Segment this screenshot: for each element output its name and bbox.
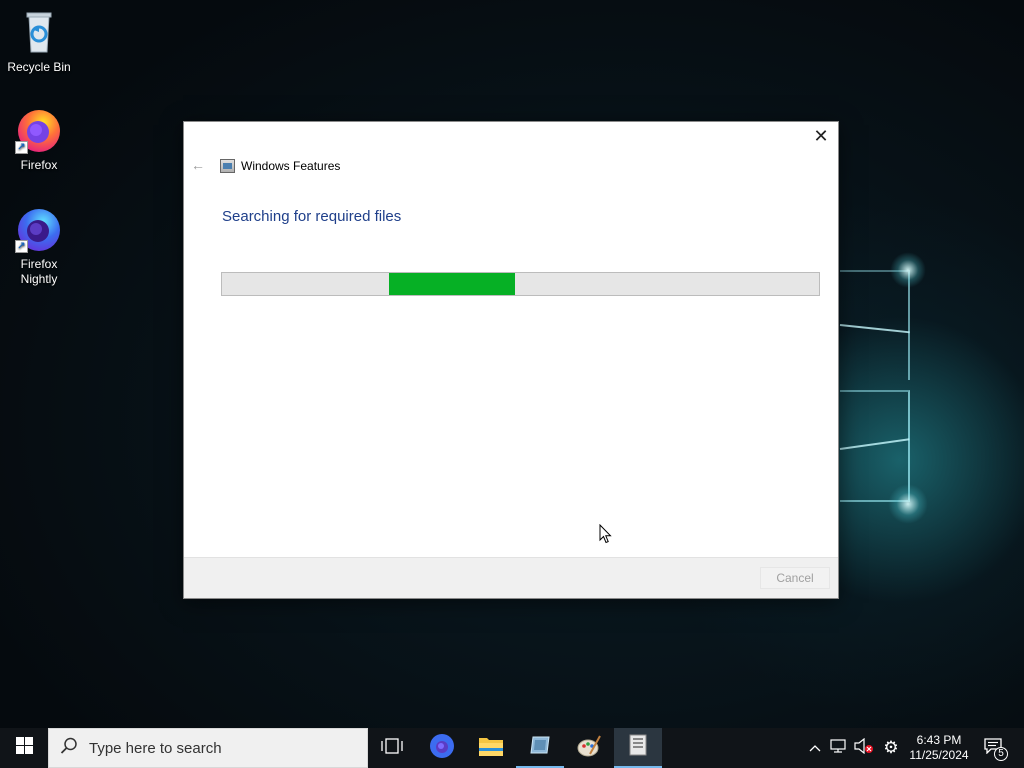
windows-features-icon — [220, 159, 235, 173]
windows-features-dialog: ✕ ← Windows Features Searching for requi… — [183, 121, 839, 599]
network-icon — [830, 738, 848, 759]
search-placeholder: Type here to search — [89, 739, 222, 757]
cancel-button[interactable]: Cancel — [760, 567, 830, 589]
dialog-footer: Cancel — [184, 557, 838, 598]
search-icon — [49, 737, 89, 760]
recycle-bin-icon — [15, 8, 63, 56]
desktop-icon-label: Firefox — [20, 158, 58, 172]
progress-bar — [221, 272, 820, 296]
notification-center-button[interactable]: 5 — [978, 728, 1012, 768]
desktop-icon-label: Firefox Nightly — [20, 257, 58, 286]
back-arrow-icon: ← — [191, 157, 205, 173]
close-button[interactable]: ✕ — [810, 126, 832, 148]
notification-count-badge: 5 — [994, 747, 1008, 761]
taskbar-file-explorer[interactable] — [467, 728, 515, 768]
taskbar: Type here to search ⚙ 6:43 PM 11/25/2024… — [0, 728, 1024, 768]
notification-icon: 5 — [984, 738, 1008, 761]
shortcut-arrow-icon: ↗ — [15, 141, 28, 154]
volume-muted-icon — [854, 737, 874, 759]
firefox-icon — [429, 733, 455, 764]
task-view-icon — [381, 737, 403, 759]
windows-features-icon — [628, 733, 648, 762]
task-view-button[interactable] — [368, 728, 416, 768]
shortcut-arrow-icon: ↗ — [15, 240, 28, 253]
desktop-icon-label: Recycle Bin — [7, 60, 71, 74]
back-button[interactable]: ← — [190, 157, 206, 173]
gear-icon: ⚙ — [883, 738, 899, 757]
clock-date: 11/25/2024 — [909, 748, 969, 762]
desktop-icon-firefox-nightly[interactable]: ↗ Firefox Nightly — [3, 205, 75, 287]
firefox-nightly-icon: ↗ — [15, 205, 63, 253]
chevron-up-icon — [809, 739, 821, 757]
tray-settings[interactable]: ⚙ — [879, 728, 903, 768]
firefox-icon: ↗ — [15, 106, 63, 154]
desktop-icon-recycle-bin[interactable]: Recycle Bin — [3, 8, 75, 75]
file-explorer-icon — [478, 735, 504, 762]
taskbar-search[interactable]: Type here to search — [48, 728, 368, 768]
tray-network[interactable] — [828, 728, 850, 768]
paint-icon — [576, 734, 602, 763]
taskbar-app[interactable] — [516, 728, 564, 768]
windows-logo-icon — [15, 737, 33, 759]
taskbar-paint[interactable] — [565, 728, 613, 768]
status-heading: Searching for required files — [222, 208, 402, 225]
tray-overflow-button[interactable] — [804, 728, 826, 768]
tray-clock[interactable]: 6:43 PM 11/25/2024 — [905, 728, 973, 768]
app-icon — [528, 733, 552, 762]
close-icon: ✕ — [813, 126, 829, 146]
progress-fill — [389, 273, 515, 295]
desktop-icon-firefox[interactable]: ↗ Firefox — [3, 106, 75, 173]
start-button[interactable] — [0, 728, 48, 768]
mouse-cursor-icon — [599, 523, 612, 549]
tray-volume[interactable] — [852, 728, 876, 768]
dialog-title: Windows Features — [241, 159, 341, 173]
clock-time: 6:43 PM — [916, 733, 962, 747]
taskbar-firefox[interactable] — [418, 728, 466, 768]
taskbar-windows-features[interactable] — [614, 728, 662, 768]
